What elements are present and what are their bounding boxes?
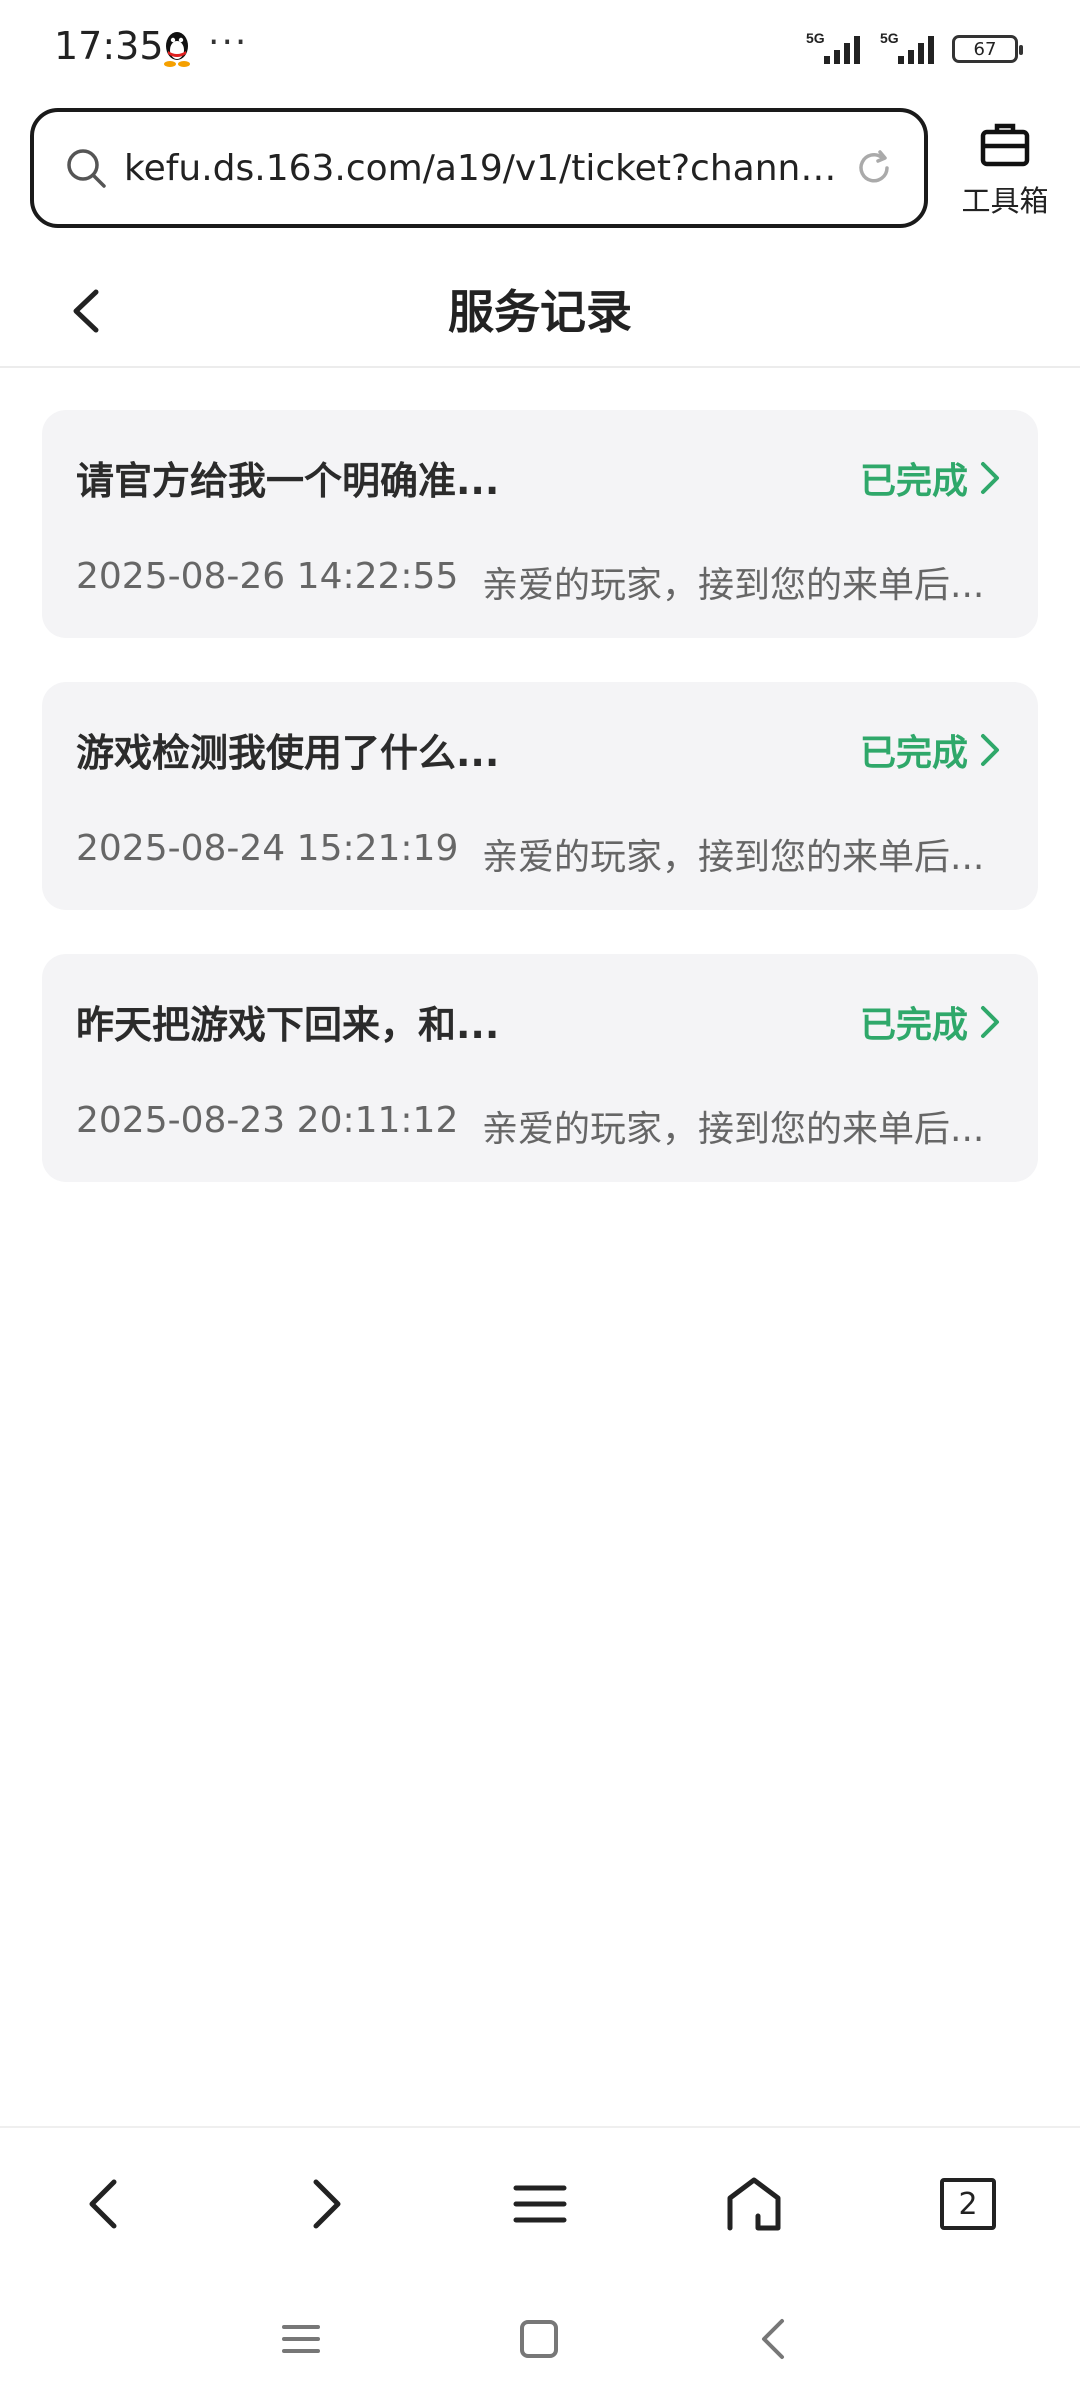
chevron-right-icon [981, 734, 999, 766]
system-back-icon[interactable] [752, 2316, 798, 2362]
service-record-item[interactable]: 昨天把游戏下回来，和... 已完成 2025-08-23 20:11:12 亲爱… [42, 954, 1038, 1182]
record-status: 已完成 [859, 1005, 968, 1046]
record-summary: 亲爱的玩家，接到您的来单后... [482, 565, 985, 606]
browser-forward-icon[interactable] [292, 2172, 356, 2236]
browser-tabs-button[interactable]: 2 [940, 2178, 996, 2230]
toolbox-button[interactable]: 工具箱 [950, 118, 1060, 228]
page-title: 服务记录 [448, 285, 632, 339]
service-record-list: 请官方给我一个明确准... 已完成 2025-08-26 14:22:55 亲爱… [42, 410, 1038, 1226]
svg-text:5G: 5G [806, 30, 825, 46]
toolbox-icon [980, 123, 1030, 167]
chevron-right-icon [981, 462, 999, 494]
url-text[interactable]: kefu.ds.163.com/a19/v1/ticket?channel… [124, 148, 844, 189]
recent-apps-icon[interactable] [278, 2316, 324, 2362]
service-record-item[interactable]: 游戏检测我使用了什么... 已完成 2025-08-24 15:21:19 亲爱… [42, 682, 1038, 910]
page-header: 服务记录 [0, 250, 1080, 368]
service-record-item[interactable]: 请官方给我一个明确准... 已完成 2025-08-26 14:22:55 亲爱… [42, 410, 1038, 638]
browser-toolbar: 2 [0, 2126, 1080, 2276]
record-title: 请官方给我一个明确准... [76, 459, 500, 503]
browser-home-icon[interactable] [722, 2172, 786, 2236]
tab-count: 2 [958, 2186, 978, 2222]
chevron-right-icon [981, 1006, 999, 1038]
cellular-signal-icon-2: 5G [880, 30, 934, 64]
svg-text:5G: 5G [880, 30, 899, 46]
status-bar: 17:35 ··· 5G 5G 67 [0, 0, 1080, 100]
address-bar[interactable]: kefu.ds.163.com/a19/v1/ticket?channel… [30, 108, 928, 228]
qq-penguin-icon [164, 32, 190, 67]
battery-indicator: 67 [952, 35, 1023, 63]
refresh-icon[interactable] [854, 148, 894, 188]
record-status: 已完成 [859, 733, 968, 774]
notification-more-icon: ··· [208, 22, 249, 63]
record-date: 2025-08-23 20:11:12 [76, 1100, 459, 1141]
toolbox-label: 工具箱 [961, 184, 1049, 218]
cellular-signal-icon: 5G [806, 30, 860, 64]
status-time: 17:35 [54, 24, 164, 68]
record-status: 已完成 [859, 461, 968, 502]
record-title: 游戏检测我使用了什么... [76, 731, 500, 775]
system-navigation-bar [0, 2290, 1080, 2401]
home-square-icon[interactable] [516, 2316, 562, 2362]
browser-menu-icon[interactable] [508, 2172, 572, 2236]
record-title: 昨天把游戏下回来，和... [76, 1003, 500, 1047]
record-date: 2025-08-26 14:22:55 [76, 556, 459, 597]
battery-level: 67 [973, 38, 997, 60]
record-summary: 亲爱的玩家，接到您的来单后... [482, 1109, 985, 1150]
record-summary: 亲爱的玩家，接到您的来单后... [482, 837, 985, 878]
browser-back-icon[interactable] [74, 2172, 138, 2236]
search-icon [67, 149, 106, 188]
record-date: 2025-08-24 15:21:19 [76, 828, 459, 869]
